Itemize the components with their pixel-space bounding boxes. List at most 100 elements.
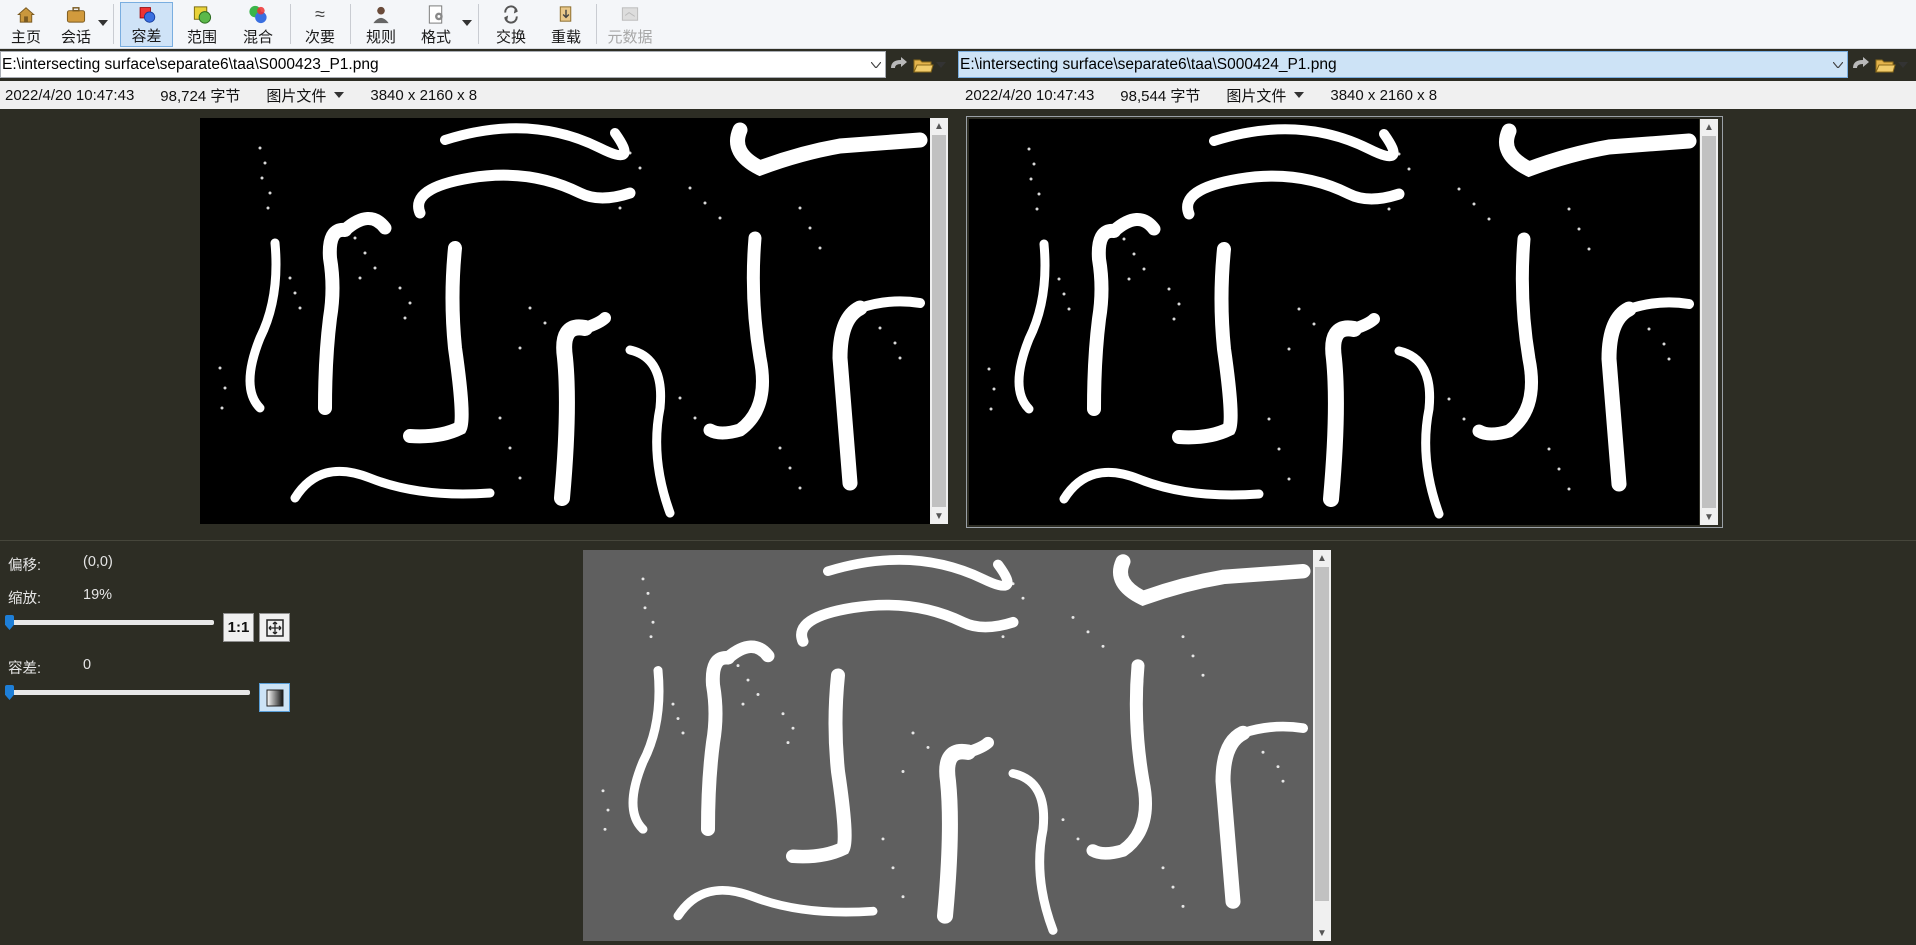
swap-icon [504,5,518,24]
session-dropdown-icon[interactable] [98,20,108,26]
format-dropdown-icon[interactable] [462,20,472,26]
format-label: 格式 [420,29,451,46]
left-size: 98,724 字节 [160,87,241,105]
toolbar-separator [290,4,291,44]
right-dims: 3840 x 2160 x 8 [1330,86,1438,104]
right-path-text: E:\intersecting surface\separate6\taa\S0… [960,55,1337,73]
open-folder-icon[interactable] [912,55,934,75]
difference-image-view[interactable] [583,550,1313,941]
left-info-bar: 2022/4/20 10:47:43 98,724 字节 图片文件 3840 x… [0,81,958,109]
scroll-up-icon[interactable]: ▲ [1700,119,1718,135]
fit-screen-icon [265,618,284,637]
left-image-view[interactable] [200,118,930,524]
blend-icon [249,5,267,24]
left-date: 2022/4/20 10:47:43 [5,86,135,104]
briefcase-icon [66,7,86,23]
toolbar-separator [478,4,479,44]
right-scrollbar[interactable]: ▲ ▼ [1700,119,1718,525]
right-path-actions [1850,52,1908,78]
tolerance-button[interactable]: 容差 [120,2,173,47]
range-button[interactable]: 范围 [184,2,220,47]
toolbar-separator [350,4,351,44]
next-file-icon[interactable] [888,55,910,75]
session-button[interactable]: 会话 [58,2,94,47]
tolerance-slider-handle[interactable] [5,685,14,700]
open-dropdown-icon[interactable] [1898,62,1908,68]
rules-icon [373,6,389,24]
blend-button[interactable]: 混合 [240,2,276,47]
left-filetype: 图片文件 [266,87,327,105]
scroll-up-icon[interactable]: ▲ [1313,550,1331,566]
reload-button[interactable]: 重载 [548,2,584,47]
reload-icon [559,6,572,22]
tolerance-ctl-value: 0 [83,657,92,673]
tolerance-label: 容差 [131,28,162,45]
scroll-up-icon[interactable]: ▲ [930,118,948,134]
chevron-down-icon[interactable] [871,62,881,68]
metadata-icon [621,7,639,21]
reload-label: 重载 [550,29,581,46]
zoom-label: 缩放: [8,591,42,607]
zoom-slider-handle[interactable] [5,615,14,630]
session-label: 会话 [60,29,91,46]
zoom-slider[interactable] [5,615,214,630]
right-info-bar: 2022/4/20 10:47:43 98,544 字节 图片文件 3840 x… [958,81,1916,109]
fit-to-window-button[interactable] [259,613,290,642]
left-scrollbar[interactable]: ▲ ▼ [930,118,948,524]
open-dropdown-icon[interactable] [936,62,946,68]
difference-scrollbar[interactable]: ▲ ▼ [1313,550,1331,941]
scroll-thumb[interactable] [1315,567,1329,901]
offset-value: (0,0) [83,554,113,570]
range-label: 范围 [186,29,217,46]
scroll-thumb[interactable] [932,135,946,507]
format-icon [428,5,443,24]
left-path-input[interactable]: E:\intersecting surface\separate6\taa\S0… [0,51,886,78]
gradient-toggle-button[interactable] [259,683,290,712]
zoom-value: 19% [83,587,113,603]
pane-splitter[interactable] [0,540,1916,541]
left-filetype-dropdown[interactable]: 图片文件 [266,85,345,106]
scroll-down-icon[interactable]: ▼ [930,508,948,524]
rules-label: 规则 [365,29,396,46]
tolerance-ctl-label: 容差: [8,661,42,677]
range-icon [193,6,212,24]
approx-icon: ≈ [315,4,325,24]
right-filetype: 图片文件 [1226,87,1287,105]
right-image-view[interactable] [969,119,1699,525]
minor-button[interactable]: ≈ 次要 [302,2,338,47]
one-to-one-button[interactable]: 1:1 [223,613,254,642]
chevron-down-icon [334,92,345,98]
left-path-text: E:\intersecting surface\separate6\taa\S0… [2,55,379,73]
right-path-input[interactable]: E:\intersecting surface\separate6\taa\S0… [958,51,1848,78]
next-file-icon[interactable] [1850,55,1872,75]
scroll-down-icon[interactable]: ▼ [1313,925,1331,941]
difference-image [601,554,1311,935]
rules-button[interactable]: 规则 [363,2,399,47]
right-filetype-dropdown[interactable]: 图片文件 [1226,85,1305,106]
minor-label: 次要 [304,29,335,46]
tolerance-slider[interactable] [5,685,250,700]
metadata-label: 元数据 [607,29,653,46]
metadata-button[interactable]: 元数据 [605,2,655,47]
scroll-down-icon[interactable]: ▼ [1700,509,1718,525]
home-icon [17,7,35,23]
one-to-one-label: 1:1 [227,619,250,636]
left-dims: 3840 x 2160 x 8 [370,86,478,104]
left-image [218,122,928,518]
gradient-icon [266,689,283,706]
chevron-down-icon[interactable] [1833,62,1843,68]
scroll-thumb[interactable] [1702,136,1716,508]
right-image [987,123,1697,519]
left-path-actions [888,52,946,78]
swap-button[interactable]: 交换 [493,2,529,47]
toolbar-separator [113,4,114,44]
right-size: 98,544 字节 [1120,87,1201,105]
home-button[interactable]: 主页 [8,2,44,47]
right-date: 2022/4/20 10:47:43 [965,86,1095,104]
format-button[interactable]: 格式 [418,2,454,47]
toolbar-separator [596,4,597,44]
toolbar: 主页 会话 容差 范围 混合 ≈ 次要 规则 格式 交换 重载 元数据 [0,0,1916,49]
open-folder-icon[interactable] [1874,55,1896,75]
chevron-down-icon [1294,92,1305,98]
offset-label: 偏移: [8,558,42,574]
